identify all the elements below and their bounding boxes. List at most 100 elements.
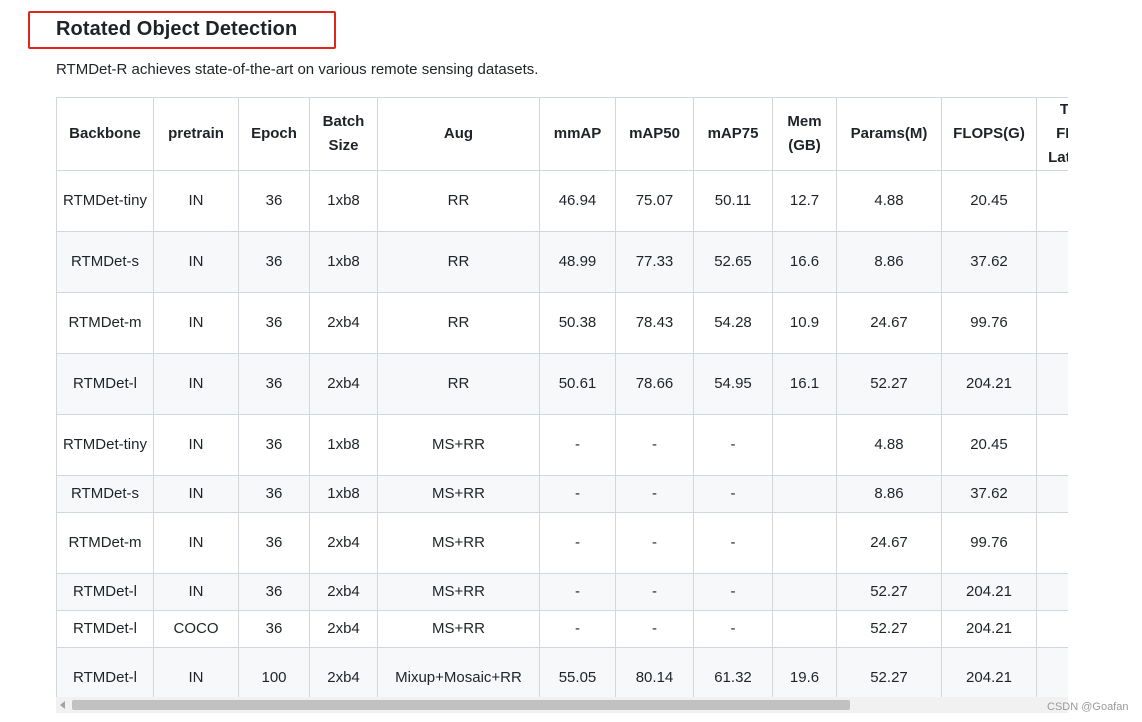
cell-flops: 204.21 (941, 353, 1037, 415)
cell-batch-size: 2xb4 (309, 353, 378, 415)
cell-epoch: 36 (238, 573, 310, 611)
cell-latency (1036, 512, 1068, 574)
cell-map50: 77.33 (615, 231, 694, 293)
cell-flops: 20.45 (941, 414, 1037, 476)
scrollbar-thumb[interactable] (72, 700, 850, 710)
cell-pretrain: IN (153, 414, 239, 476)
cell-params: 8.86 (836, 475, 942, 513)
cell-flops: 37.62 (941, 475, 1037, 513)
cell-latency (1036, 414, 1068, 476)
cell-epoch: 36 (238, 292, 310, 354)
cell-epoch: 100 (238, 647, 310, 697)
cell-epoch: 36 (238, 414, 310, 476)
section-title: Rotated Object Detection (56, 18, 298, 40)
cell-backbone: RTMDet-l (56, 610, 154, 648)
cell-aug: RR (377, 170, 540, 232)
cell-flops: 204.21 (941, 647, 1037, 697)
cell-flops: 204.21 (941, 610, 1037, 648)
cell-batch-size: 2xb4 (309, 512, 378, 574)
cell-pretrain: IN (153, 231, 239, 293)
cell-backbone: RTMDet-tiny (56, 414, 154, 476)
table-row: RTMDet-l IN 100 2xb4 Mixup+Mosaic+RR 55.… (56, 647, 1068, 697)
cell-map50: - (615, 414, 694, 476)
header-mem: Mem (GB) (772, 97, 837, 171)
cell-batch-size: 1xb8 (309, 475, 378, 513)
header-mmap: mmAP (539, 97, 616, 171)
cell-map75: 54.95 (693, 353, 773, 415)
header-map50: mAP50 (615, 97, 694, 171)
cell-mem (772, 475, 837, 513)
cell-batch-size: 1xb8 (309, 414, 378, 476)
cell-flops: 99.76 (941, 292, 1037, 354)
table-row: RTMDet-tiny IN 36 1xb8 MS+RR - - - 4.88 … (56, 414, 1068, 476)
cell-epoch: 36 (238, 170, 310, 232)
cell-epoch: 36 (238, 353, 310, 415)
cell-mem: 19.6 (772, 647, 837, 697)
cell-batch-size: 2xb4 (309, 610, 378, 648)
results-table-container[interactable]: Backbone pretrain Epoch Batch Size Aug m… (56, 97, 1068, 697)
header-aug: Aug (377, 97, 540, 171)
scroll-left-arrow-icon[interactable] (60, 701, 65, 709)
cell-latency (1036, 353, 1068, 415)
cell-batch-size: 2xb4 (309, 647, 378, 697)
cell-pretrain: IN (153, 475, 239, 513)
cell-pretrain: IN (153, 512, 239, 574)
cell-mem: 12.7 (772, 170, 837, 232)
cell-pretrain: IN (153, 353, 239, 415)
cell-flops: 99.76 (941, 512, 1037, 574)
table-row: RTMDet-s IN 36 1xb8 RR 48.99 77.33 52.65… (56, 231, 1068, 293)
cell-aug: RR (377, 292, 540, 354)
table-row: RTMDet-l IN 36 2xb4 RR 50.61 78.66 54.95… (56, 353, 1068, 415)
cell-map75: - (693, 414, 773, 476)
cell-map50: 78.66 (615, 353, 694, 415)
cell-map50: 80.14 (615, 647, 694, 697)
cell-epoch: 36 (238, 512, 310, 574)
cell-map50: - (615, 512, 694, 574)
cell-backbone: RTMDet-m (56, 292, 154, 354)
cell-map50: - (615, 573, 694, 611)
header-latency: TRT-FP16-Latency (1036, 97, 1068, 171)
cell-flops: 20.45 (941, 170, 1037, 232)
cell-params: 4.88 (836, 170, 942, 232)
table-row: RTMDet-m IN 36 2xb4 RR 50.38 78.43 54.28… (56, 292, 1068, 354)
table-row: RTMDet-m IN 36 2xb4 MS+RR - - - 24.67 99… (56, 512, 1068, 574)
horizontal-scrollbar[interactable] (56, 697, 1068, 713)
cell-backbone: RTMDet-l (56, 573, 154, 611)
cell-epoch: 36 (238, 475, 310, 513)
cell-latency (1036, 610, 1068, 648)
cell-backbone: RTMDet-tiny (56, 170, 154, 232)
cell-map50: - (615, 475, 694, 513)
header-params: Params(M) (836, 97, 942, 171)
cell-map50: 75.07 (615, 170, 694, 232)
cell-mem (772, 414, 837, 476)
cell-map75: 50.11 (693, 170, 773, 232)
cell-mem (772, 610, 837, 648)
cell-params: 52.27 (836, 647, 942, 697)
cell-latency (1036, 170, 1068, 232)
header-backbone: Backbone (56, 97, 154, 171)
cell-mmap: 55.05 (539, 647, 616, 697)
cell-mem (772, 512, 837, 574)
cell-aug: RR (377, 231, 540, 293)
cell-map75: - (693, 512, 773, 574)
cell-latency (1036, 647, 1068, 697)
cell-latency (1036, 475, 1068, 513)
table-row: RTMDet-l IN 36 2xb4 MS+RR - - - 52.27 20… (56, 573, 1068, 611)
cell-aug: MS+RR (377, 414, 540, 476)
cell-backbone: RTMDet-l (56, 353, 154, 415)
cell-backbone: RTMDet-s (56, 231, 154, 293)
header-batch-size: Batch Size (309, 97, 378, 171)
header-map75: mAP75 (693, 97, 773, 171)
cell-mmap: - (539, 414, 616, 476)
cell-backbone: RTMDet-l (56, 647, 154, 697)
cell-latency (1036, 292, 1068, 354)
cell-params: 52.27 (836, 353, 942, 415)
cell-params: 8.86 (836, 231, 942, 293)
cell-map75: 61.32 (693, 647, 773, 697)
cell-mmap: - (539, 610, 616, 648)
cell-mmap: 50.38 (539, 292, 616, 354)
cell-mmap: - (539, 475, 616, 513)
cell-batch-size: 1xb8 (309, 231, 378, 293)
cell-batch-size: 1xb8 (309, 170, 378, 232)
results-table: Backbone pretrain Epoch Batch Size Aug m… (56, 97, 1068, 697)
